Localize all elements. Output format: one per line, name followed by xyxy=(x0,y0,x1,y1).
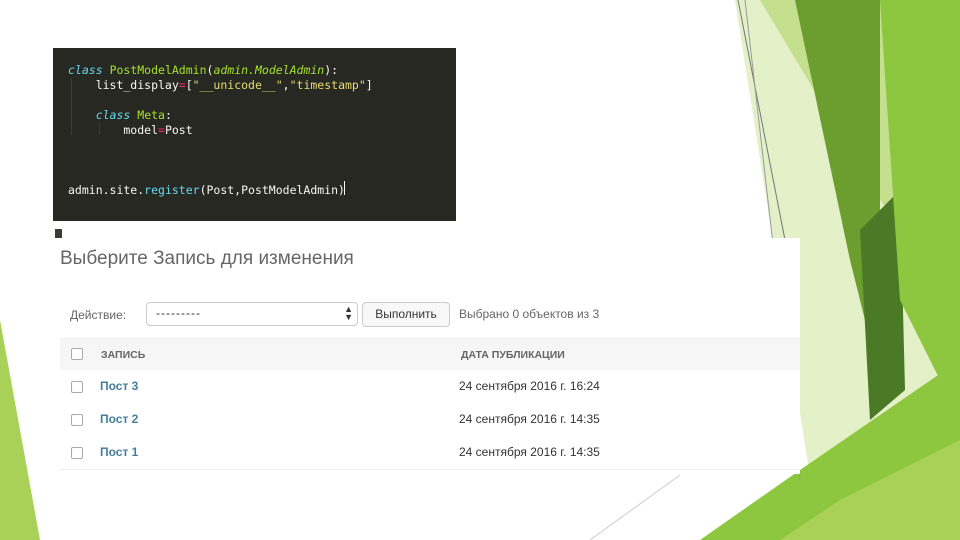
code-token: Post xyxy=(164,123,193,137)
code-token: : xyxy=(164,108,172,122)
code-token: (Post,PostModelAdmin) xyxy=(199,183,345,197)
action-label: Действие: xyxy=(70,308,127,322)
code-editor-panel: class PostModelAdmin(admin.ModelAdmin): … xyxy=(53,48,456,241)
selection-counter: Выбрано 0 объектов из 3 xyxy=(459,307,600,321)
code-line: model=Post xyxy=(68,123,193,137)
column-header-title[interactable]: ЗАПИСЬ xyxy=(101,349,145,361)
deco-shape-light-left xyxy=(0,320,40,540)
select-all-checkbox[interactable] xyxy=(71,348,83,360)
code-token: = xyxy=(178,78,186,92)
table-row: Пост 3 24 сентября 2016 г. 16:24 xyxy=(60,370,800,404)
code-token: class xyxy=(95,108,131,122)
row-title-link[interactable]: Пост 2 xyxy=(100,412,138,426)
table-row: Пост 2 24 сентября 2016 г. 14:35 xyxy=(60,403,800,437)
code-line: class PostModelAdmin(admin.ModelAdmin): xyxy=(68,63,338,77)
code-token: , xyxy=(282,78,290,92)
django-admin-changelist: Выберите Запись для изменения Действие: … xyxy=(53,238,800,474)
row-checkbox[interactable] xyxy=(71,447,83,459)
code-token: ] xyxy=(365,78,373,92)
row-date: 24 сентября 2016 г. 16:24 xyxy=(459,379,600,393)
code-line: list_display=["__unicode__","timestamp"] xyxy=(68,78,373,92)
code-line: admin.site.register(Post,PostModelAdmin) xyxy=(68,183,345,197)
row-checkbox[interactable] xyxy=(71,414,83,426)
deco-line-3 xyxy=(589,474,681,540)
code-token: list_display xyxy=(68,78,179,92)
page-title: Выберите Запись для изменения xyxy=(60,248,354,269)
table-header: ЗАПИСЬ ДАТА ПУБЛИКАЦИИ xyxy=(60,338,800,371)
column-header-date[interactable]: ДАТА ПУБЛИКАЦИИ xyxy=(461,349,565,361)
row-title-link[interactable]: Пост 1 xyxy=(100,445,138,459)
row-date: 24 сентября 2016 г. 14:35 xyxy=(459,412,600,426)
run-action-button[interactable]: Выполнить xyxy=(362,302,450,327)
code-token: = xyxy=(158,123,165,137)
code-token: PostModelAdmin xyxy=(109,63,207,77)
code-token: Meta xyxy=(137,108,165,122)
row-checkbox[interactable] xyxy=(71,381,83,393)
row-title-link[interactable]: Пост 3 xyxy=(100,379,138,393)
code-line: class Meta: xyxy=(68,108,172,122)
table-row: Пост 1 24 сентября 2016 г. 14:35 xyxy=(60,436,800,470)
code-token: admin.site. xyxy=(68,183,145,197)
code-token: "__unicode__" xyxy=(192,78,283,92)
text-cursor xyxy=(344,181,345,195)
code-token: model xyxy=(68,123,159,137)
code-token: register xyxy=(144,183,200,197)
select-arrows-icon: ▲ ▼ xyxy=(344,304,353,322)
action-select-value: --------- xyxy=(156,306,201,320)
actions-bar: Действие: --------- ▲ ▼ Выполнить Выбрано… xyxy=(53,300,800,330)
action-select[interactable]: --------- ▲ ▼ xyxy=(146,302,358,326)
code-token: [ xyxy=(185,78,193,92)
code-token: ): xyxy=(324,63,339,77)
row-date: 24 сентября 2016 г. 14:35 xyxy=(459,445,600,459)
code-token: "timestamp" xyxy=(289,78,366,92)
code-token: class xyxy=(68,63,103,77)
code-token: admin.ModelAdmin xyxy=(213,63,325,77)
